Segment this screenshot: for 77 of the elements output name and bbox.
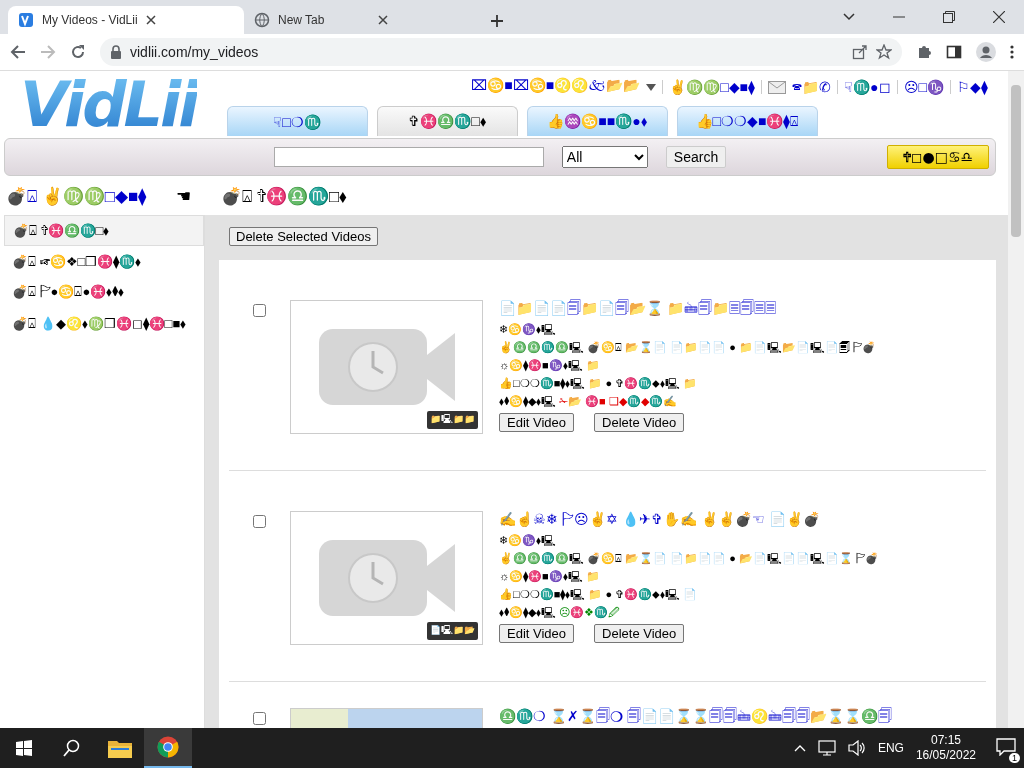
menu-icon[interactable] [1010, 44, 1014, 60]
header-link[interactable]: ✌♍♍□◆■⧫ [669, 79, 756, 95]
delete-video-button[interactable]: Delete Video [594, 624, 685, 643]
side-panel-icon[interactable] [946, 44, 962, 60]
chevron-up-icon[interactable] [793, 744, 806, 752]
taskbar-clock[interactable]: 07:15 16/05/2022 [915, 733, 976, 763]
volume-icon[interactable] [847, 740, 866, 756]
reload-icon[interactable] [70, 44, 86, 60]
star-icon[interactable] [876, 44, 892, 60]
video-detail: 👍□❍❍♏■⧫⬧🖳 📁 ● ✞♓♏⬥⬧🖳 📁 [499, 376, 699, 391]
header-link[interactable]: ☹□♑ [903, 79, 944, 95]
network-icon[interactable] [817, 740, 836, 756]
header-link[interactable]: ⚐◆⧫ [957, 79, 988, 95]
clock-date: 16/05/2022 [915, 748, 976, 763]
video-status: ☹♓❖♏🖉 [559, 606, 621, 618]
sidebar-item[interactable]: 💣⍓ ☞♋❖□❒♓⧫♏⬧ [4, 246, 204, 277]
video-detail: ❄♋♑⬧🖳 [499, 533, 557, 548]
close-icon[interactable] [145, 15, 156, 25]
profile-icon[interactable] [976, 42, 996, 62]
address-bar[interactable]: vidlii.com/my_videos [100, 38, 902, 66]
close-window-icon[interactable] [993, 11, 1005, 23]
language-indicator[interactable]: ENG [877, 741, 904, 755]
header-link[interactable]: ☟♏●◻ [844, 79, 891, 95]
breadcrumb-separator: ☚ [176, 186, 192, 207]
search-icon[interactable] [63, 739, 81, 757]
video-duration: 📁🖳📁📁 [427, 411, 478, 429]
video-detail: ✌♎♎♏♎🖳 💣♋⍓ 📂⌛📄 📄📁📄📄 ● 📁📄🖳📂📄🖳📄🗐 🏱💣 [499, 340, 876, 355]
dropdown-arrow-icon[interactable] [646, 83, 657, 91]
restore-icon[interactable] [943, 11, 955, 23]
chevron-down-icon[interactable] [843, 13, 855, 21]
envelope-icon[interactable] [768, 80, 787, 94]
delete-video-button[interactable]: Delete Video [594, 413, 685, 432]
breadcrumb-link[interactable]: 💣⍓ ✌♍♍□◆■⧫ [6, 186, 147, 207]
edit-video-button[interactable]: Edit Video [499, 624, 575, 643]
browser-tab[interactable]: My Videos - VidLii [8, 6, 244, 34]
video-status: ✁📂 ♓■ ❑◆♏◆♏✍ [559, 395, 677, 407]
video-detail: ❄♋♑⬧🖳 [499, 322, 557, 337]
site-favicon [18, 12, 34, 28]
video-detail: 👍□❍❍♏■⧫⬧🖳 📁 ● ✞♓♏⬥⬧🖳 📄 [499, 587, 699, 602]
search-scope-dropdown[interactable]: All [561, 146, 648, 168]
username-link[interactable]: ⌧♋■⌧♋■♌♌🙵📂📂 [471, 75, 641, 99]
notification-icon[interactable] [996, 737, 1016, 756]
clock-time: 07:15 [930, 733, 961, 748]
notification-count: 1 [1009, 752, 1020, 763]
video-checkbox[interactable] [253, 515, 266, 528]
edit-video-button[interactable]: Edit Video [499, 413, 575, 432]
video-detail: ☼♋⧫♓■♑⬧🖳 📁 [499, 569, 601, 584]
status-label: ⬧⧫♋⧫◆⬧🖳 [499, 395, 557, 407]
inbox-count[interactable]: 🕿📁✆ [792, 78, 832, 96]
video-detail: ☼♋⧫♓■♑⬧🖳 📁 [499, 358, 601, 373]
video-checkbox[interactable] [253, 304, 266, 317]
browser-tab[interactable]: New Tab [244, 6, 480, 34]
sidebar-item[interactable]: 💣⍓ 🏱●♋⍓●♓⬧⧫⬧ [4, 277, 204, 308]
nav-tab[interactable]: 👍□❍❍◆■♓⧫⍓ [676, 106, 818, 136]
close-icon[interactable] [378, 15, 388, 25]
lock-icon [110, 45, 122, 59]
video-duration: 📄🖳📁📂 [427, 622, 478, 640]
delete-selected-button[interactable]: Delete Selected Videos [229, 227, 378, 246]
windows-start-icon[interactable] [16, 740, 32, 756]
folder-icon[interactable] [108, 738, 132, 758]
breadcrumb-current: 💣⍓ ✞♓♎♏□⬧ [221, 186, 348, 207]
video-checkbox[interactable] [253, 712, 266, 725]
new-tab-icon[interactable] [490, 14, 504, 28]
extensions-icon[interactable] [916, 44, 932, 60]
scrollbar[interactable] [1008, 71, 1024, 728]
upload-button[interactable]: 🕆◻●□♋♎ [887, 145, 989, 169]
back-icon[interactable] [10, 44, 26, 60]
sidebar-item[interactable]: 💣⍓ ✞♓♎♏□⬧ [4, 215, 204, 246]
sidebar-item[interactable]: 💣⍓ 💧◆♌⬧♍❒♓◻⧫♓□■⬧ [4, 308, 204, 339]
search-button[interactable]: Search [665, 146, 727, 168]
share-icon[interactable] [852, 44, 868, 60]
chrome-icon[interactable] [157, 736, 179, 758]
video-title[interactable]: ♎♏❍ ⌛✗⌛🗐❍ 🗐📄📄⌛⌛🗐🗐🖮♌🖮🗐🗐📂⌛⌛♎🗐 [499, 708, 892, 725]
status-label: ⬧⧫♋⧫◆⬧🖳 [499, 606, 557, 618]
video-detail: ✌♎♎♏♎🖳 💣♋⍓ 📂⌛📄 📄📁📄📄 ● 📂📄🖳📄📄🖳📄⌛ 🏱💣 [499, 551, 879, 566]
search-field[interactable] [273, 147, 544, 167]
globe-icon [254, 12, 270, 28]
